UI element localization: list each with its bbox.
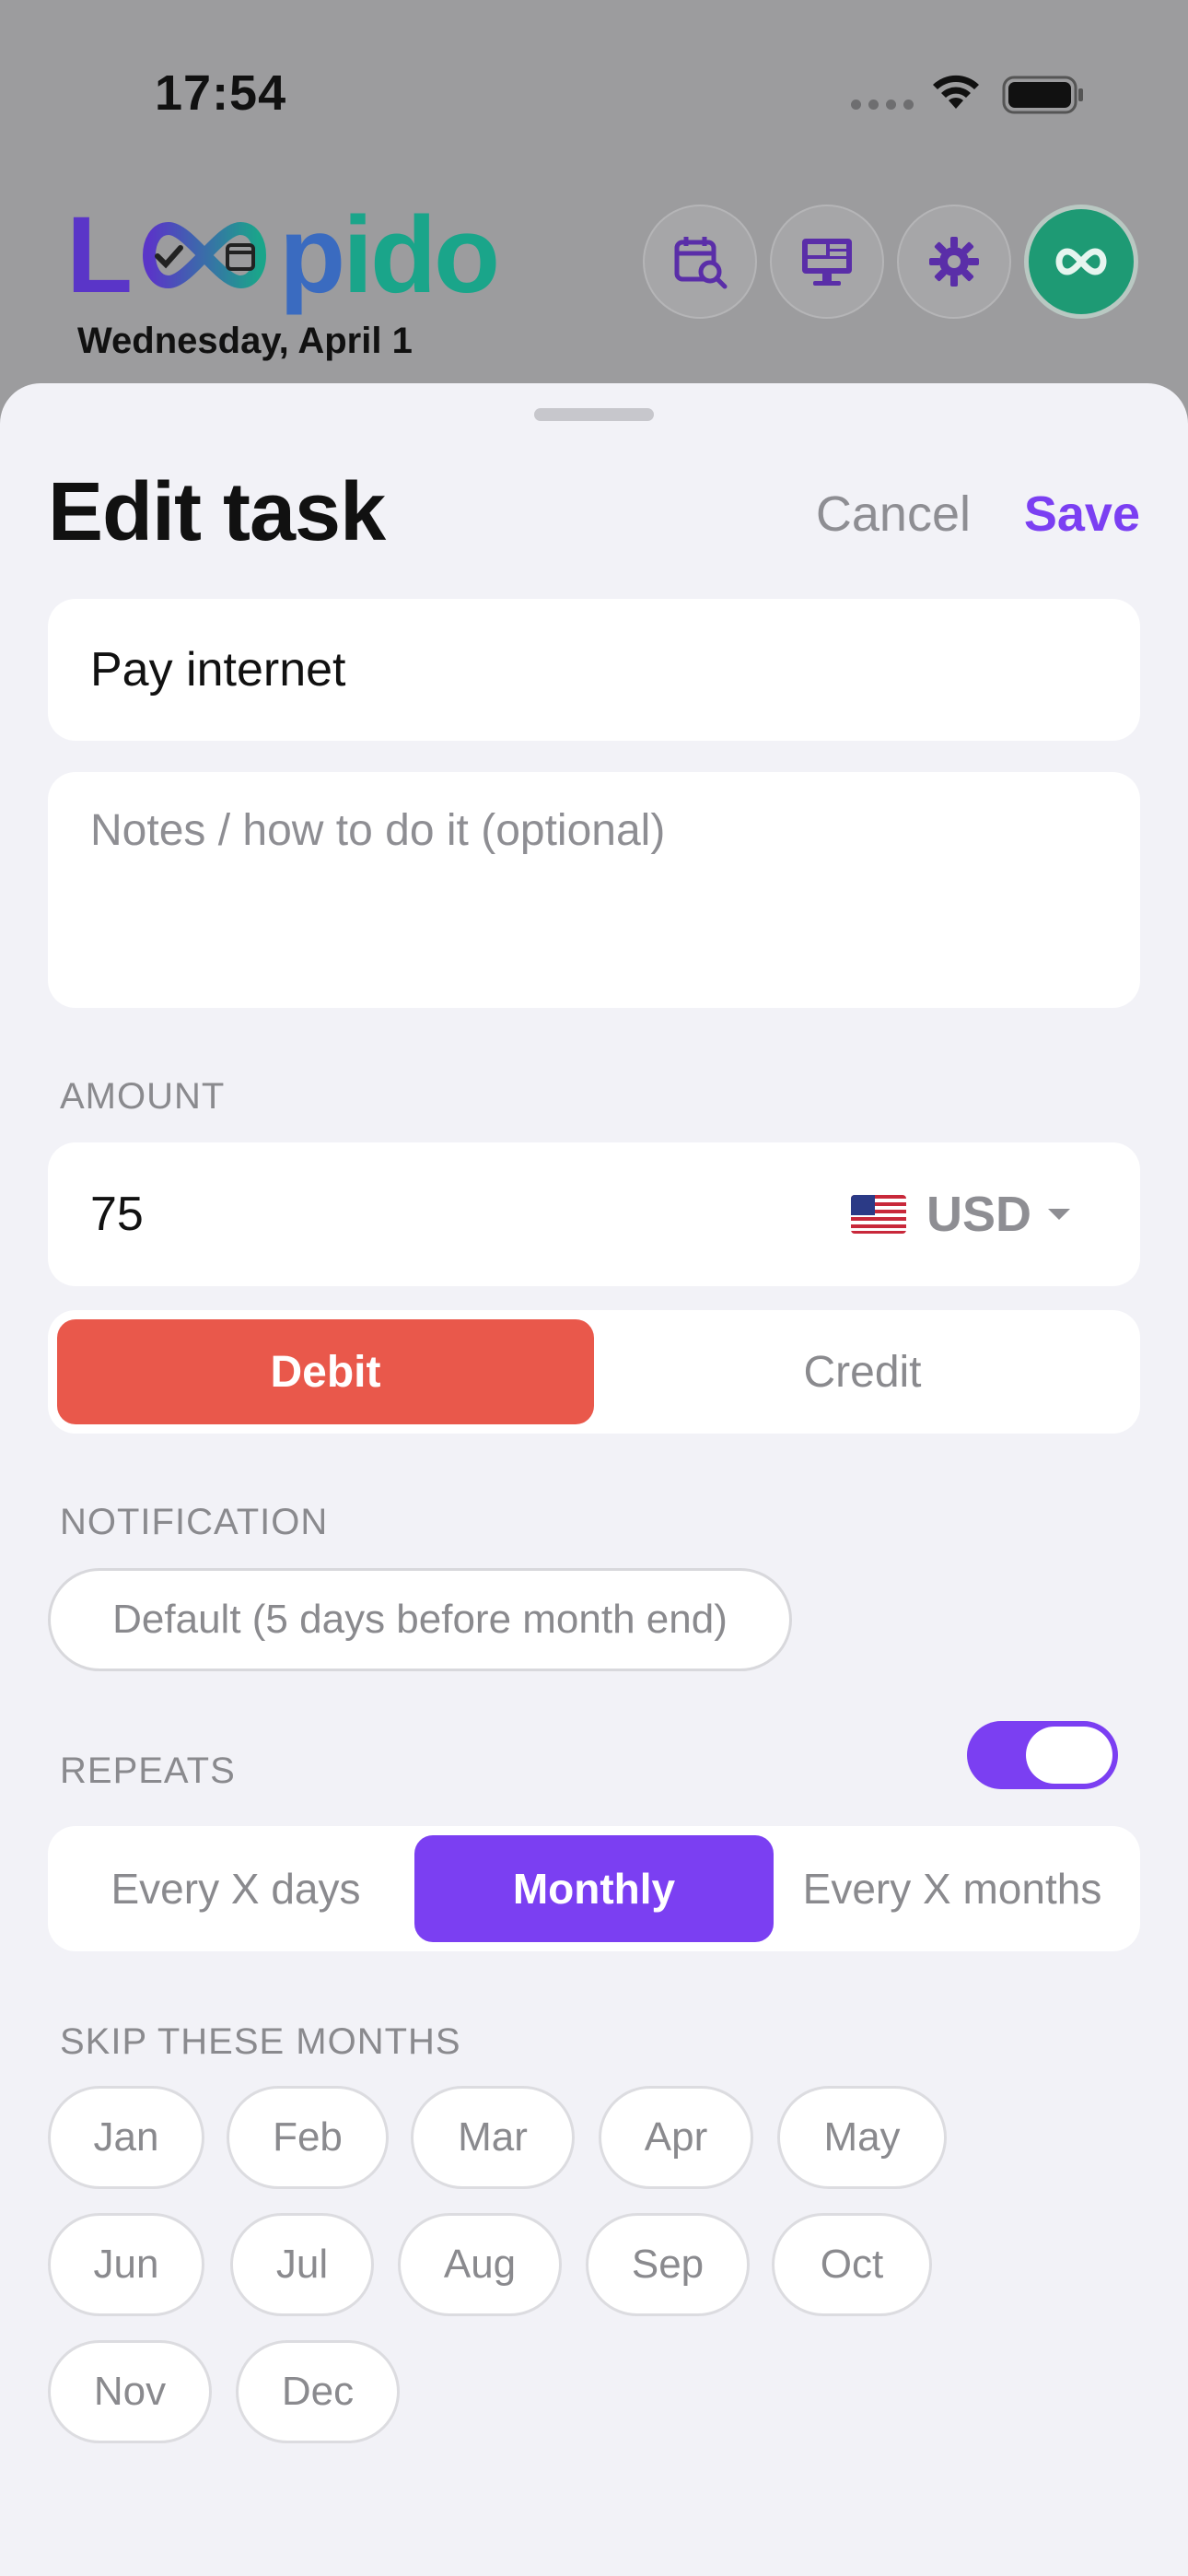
month-chip-sep[interactable]: Sep — [586, 2213, 750, 2316]
chevron-down-icon — [1048, 1209, 1070, 1220]
skip-months-label: SKIP THESE MONTHS — [60, 2021, 461, 2062]
transaction-type-segmented-control: Debit Credit — [48, 1310, 1140, 1434]
amount-label: AMOUNT — [60, 1076, 226, 1117]
month-chip-feb[interactable]: Feb — [227, 2086, 389, 2189]
segment-every-x-months[interactable]: Every X months — [774, 1835, 1131, 1942]
toggle-knob — [1026, 1727, 1112, 1784]
month-chip-nov[interactable]: Nov — [48, 2340, 212, 2443]
month-chip-may[interactable]: May — [777, 2086, 947, 2189]
save-button[interactable]: Save — [1024, 486, 1140, 543]
calendar-search-button[interactable] — [643, 205, 757, 319]
notes-placeholder: Notes / how to do it (optional) — [90, 806, 666, 855]
month-chip-dec[interactable]: Dec — [236, 2340, 400, 2443]
month-chip-jun[interactable]: Jun — [48, 2213, 204, 2316]
cancel-button[interactable]: Cancel — [816, 486, 971, 543]
status-time: 17:54 — [155, 65, 287, 121]
battery-icon — [1002, 76, 1083, 114]
amount-value: 75 — [90, 1188, 144, 1241]
repeats-label: REPEATS — [60, 1751, 236, 1791]
month-chip-jul[interactable]: Jul — [230, 2213, 374, 2316]
calendar-search-icon — [674, 237, 728, 289]
cellular-signal-icon — [851, 100, 914, 110]
loopido-logo: L p ido — [66, 194, 500, 316]
notification-label: NOTIFICATION — [60, 1502, 329, 1542]
infinity-icon — [1055, 248, 1107, 275]
loop-button[interactable] — [1024, 205, 1138, 319]
notes-input[interactable]: Notes / how to do it (optional) — [48, 772, 1140, 1008]
dashboard-button[interactable] — [770, 205, 884, 319]
notification-chip[interactable]: Default (5 days before month end) — [48, 1568, 792, 1671]
sheet-grabber[interactable] — [534, 408, 654, 421]
month-chip-jan[interactable]: Jan — [48, 2086, 204, 2189]
amount-input[interactable]: 75 USD — [48, 1142, 1140, 1286]
wifi-icon — [933, 75, 979, 109]
gear-icon — [929, 237, 979, 287]
currency-code: USD — [926, 1187, 1031, 1242]
segment-debit[interactable]: Debit — [57, 1319, 594, 1424]
logo-loop-icon — [143, 221, 266, 289]
page-title: Edit task — [48, 466, 386, 558]
month-chip-mar[interactable]: Mar — [411, 2086, 575, 2189]
us-flag-icon — [850, 1195, 906, 1234]
settings-button[interactable] — [897, 205, 1011, 319]
repeats-toggle[interactable] — [967, 1721, 1118, 1789]
month-chip-apr[interactable]: Apr — [599, 2086, 753, 2189]
month-chip-aug[interactable]: Aug — [398, 2213, 562, 2316]
header-date: Wednesday, April 1 — [77, 321, 413, 361]
segment-every-x-days[interactable]: Every X days — [57, 1835, 414, 1942]
segment-credit[interactable]: Credit — [594, 1319, 1131, 1424]
task-name-value: Pay internet — [90, 643, 346, 697]
segment-monthly[interactable]: Monthly — [414, 1835, 774, 1942]
repeat-mode-segmented-control: Every X days Monthly Every X months — [48, 1826, 1140, 1951]
task-name-input[interactable]: Pay internet — [48, 599, 1140, 741]
month-chip-oct[interactable]: Oct — [772, 2213, 932, 2316]
currency-picker[interactable]: USD — [850, 1186, 1070, 1243]
dashboard-monitor-icon — [802, 239, 852, 286]
